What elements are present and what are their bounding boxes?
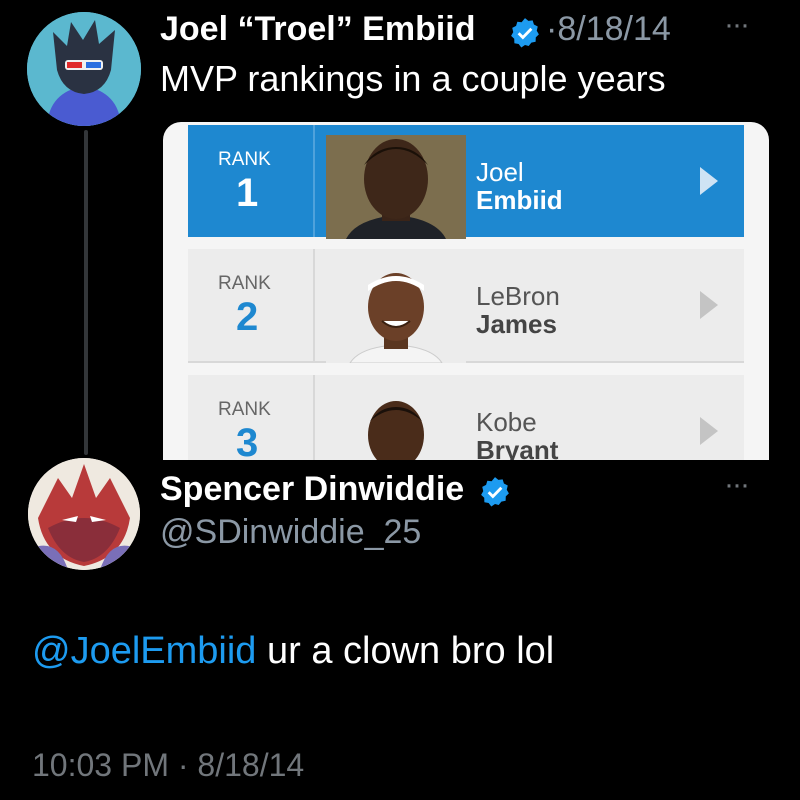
row-divider [313, 125, 315, 237]
player-last-name: James [476, 309, 557, 339]
rank-number: 3 [236, 421, 259, 460]
player-first-name: Kobe [476, 407, 537, 437]
player-photo [326, 259, 466, 363]
player-first-name: Joel [476, 157, 524, 187]
tweet1-date-text: 8/18/14 [557, 10, 671, 48]
rank-label: RANK [218, 399, 271, 420]
verified-badge-icon [508, 16, 542, 50]
player-photo [326, 135, 466, 239]
more-options-icon[interactable]: ··· [724, 468, 750, 502]
ranking-row: RANK 3 Kobe Bryant [188, 375, 744, 460]
rank-number: 1 [236, 171, 259, 215]
verified-badge-icon [478, 475, 512, 509]
tweet1-media-image[interactable]: RANK 1 Joel Embiid RANK 2 LeBron James R… [163, 122, 769, 460]
tweet2-handle[interactable]: @SDinwiddie_25 [160, 513, 421, 552]
tweet2-display-name[interactable]: Spencer Dinwiddie [160, 470, 464, 509]
row-divider [313, 375, 315, 460]
tweet2-text: @JoelEmbiid ur a clown bro lol [32, 630, 554, 673]
ranking-row: RANK 1 Joel Embiid [188, 125, 744, 239]
thread-connector-line [84, 130, 88, 455]
tweet2-body-text: ur a clown bro lol [256, 630, 555, 672]
tweet1-date[interactable]: ·8/18/14 [546, 10, 671, 49]
player-first-name: LeBron [476, 281, 560, 311]
player-photo [326, 385, 466, 460]
tweet1-text: MVP rankings in a couple years [160, 58, 666, 99]
chevron-right-icon [700, 167, 718, 195]
date-separator: · [546, 10, 558, 48]
player-last-name: Embiid [476, 185, 563, 215]
more-options-icon[interactable]: ··· [724, 8, 750, 42]
rank-label: RANK [218, 273, 271, 294]
avatar-spencer-dinwiddie[interactable] [28, 458, 140, 570]
tweet1-display-name[interactable]: Joel “Troel” Embiid [160, 10, 476, 49]
tweet2-timestamp[interactable]: 10:03 PM · 8/18/14 [32, 747, 304, 784]
rank-number: 2 [236, 295, 259, 339]
player-last-name: Bryant [476, 435, 559, 460]
chevron-right-icon [700, 417, 718, 445]
row-divider [313, 249, 315, 361]
rank-label: RANK [218, 149, 271, 170]
avatar-joel-embiid[interactable] [27, 12, 141, 126]
chevron-right-icon [700, 291, 718, 319]
ranking-row: RANK 2 LeBron James [188, 249, 744, 363]
mention-link[interactable]: @JoelEmbiid [32, 630, 256, 672]
